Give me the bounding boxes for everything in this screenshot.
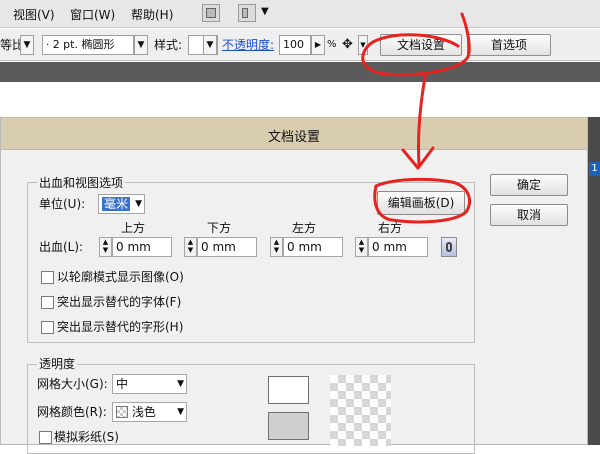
grid-color-swatch-light[interactable] <box>268 376 309 404</box>
highlight-glyphs-checkbox[interactable] <box>41 321 54 334</box>
bleed-right-stepper[interactable]: ▲ ▼ <box>355 237 368 257</box>
panel-edge: 1 <box>588 117 600 445</box>
transparency-group-title: 透明度 <box>37 355 78 372</box>
outline-mode-checkbox[interactable] <box>41 271 54 284</box>
menu-view[interactable]: 视图(V) <box>13 6 55 23</box>
panel-badge: 1 <box>589 162 600 176</box>
simulate-paper-checkbox[interactable] <box>39 431 52 444</box>
bleed-label: 出血(L): <box>39 240 84 254</box>
ok-button[interactable]: 确定 <box>490 174 568 196</box>
bleed-view-group-title: 出血和视图选项 <box>37 174 126 191</box>
grid-size-select[interactable]: 中 ▼ <box>112 374 187 394</box>
bleed-top-stepper[interactable]: ▲ ▼ <box>99 237 112 257</box>
dialog-title: 文档设置 <box>267 130 320 145</box>
stroke-profile-dropdown[interactable]: ▼ <box>134 35 148 55</box>
bleed-left-input[interactable]: 0 mm <box>283 237 343 257</box>
opacity-input[interactable]: 100 <box>279 35 311 55</box>
menu-help[interactable]: 帮助(H) <box>131 6 173 23</box>
bleed-left-stepper[interactable]: ▲ ▼ <box>270 237 283 257</box>
bleed-top-label: 上方 <box>121 221 146 235</box>
unit-select[interactable]: 毫米 ▼ <box>98 194 145 214</box>
cancel-button[interactable]: 取消 <box>490 204 568 226</box>
grid-color-select[interactable]: 浅色 ▼ <box>112 402 187 422</box>
highlight-fonts-label: 突出显示替代的字体(F) <box>57 295 182 309</box>
percent-sign: % <box>327 39 337 50</box>
grid-color-label: 网格颜色(R): <box>37 405 107 419</box>
bleed-bottom-label: 下方 <box>207 221 232 235</box>
bleed-bottom-input[interactable]: 0 mm <box>197 237 257 257</box>
link-chain-icon[interactable] <box>441 237 457 257</box>
partial-dropdown[interactable]: ▼ <box>20 35 34 55</box>
highlight-glyphs-label: 突出显示替代的字形(H) <box>57 320 184 334</box>
bridge-icon[interactable] <box>202 4 220 22</box>
arrange-documents-icon[interactable] <box>238 4 256 22</box>
stroke-profile-select[interactable]: · 2 pt. 椭圆形 <box>42 35 134 55</box>
dialog-titlebar[interactable]: 文档设置 <box>1 118 587 150</box>
unit-label: 单位(U): <box>39 197 86 211</box>
opacity-arrow[interactable]: ▶ <box>311 35 325 55</box>
chevron-down-icon: ▼ <box>135 199 142 209</box>
document-setup-dialog: 文档设置 出血和视图选项 单位(U): 毫米 ▼ 编辑画板(D) 上方 下方 左… <box>0 117 588 454</box>
preferences-button[interactable]: 首选项 <box>467 34 551 56</box>
arrange-dropdown-icon[interactable]: ▼ <box>261 6 269 17</box>
bleed-right-input[interactable]: 0 mm <box>368 237 428 257</box>
chevron-down-icon: ▼ <box>177 379 184 389</box>
bleed-bottom-stepper[interactable]: ▲ ▼ <box>184 237 197 257</box>
grid-color-swatch-dark[interactable] <box>268 412 309 440</box>
opacity-link[interactable]: 不透明度: <box>222 35 274 55</box>
recolor-dropdown[interactable]: ▼ <box>358 35 368 55</box>
chevron-down-icon: ▼ <box>177 407 184 417</box>
document-tab-strip <box>0 62 600 82</box>
checker-swatch-icon <box>116 406 128 418</box>
highlight-fonts-checkbox[interactable] <box>41 296 54 309</box>
document-setup-button[interactable]: 文档设置 <box>380 34 462 56</box>
style-label: 样式: <box>154 38 183 52</box>
graphic-style-dropdown[interactable]: ▼ <box>203 35 217 55</box>
menu-bar: 视图(V) 窗口(W) 帮助(H) ▼ <box>0 0 600 28</box>
menu-window[interactable]: 窗口(W) <box>70 6 115 23</box>
control-bar: 等比 ▼ · 2 pt. 椭圆形 ▼ 样式: ▼ 不透明度: 100 ▶ % ✥… <box>0 29 600 61</box>
outline-mode-label: 以轮廓模式显示图像(O) <box>57 270 184 284</box>
grid-size-label: 网格大小(G): <box>37 377 108 391</box>
transparency-preview <box>330 375 391 446</box>
recolor-icon[interactable]: ✥ <box>342 35 353 55</box>
bleed-top-input[interactable]: 0 mm <box>112 237 172 257</box>
edit-artboards-button[interactable]: 编辑画板(D) <box>377 191 465 215</box>
bleed-left-label: 左方 <box>292 221 317 235</box>
simulate-paper-label: 模拟彩纸(S) <box>54 430 119 444</box>
bleed-right-label: 右方 <box>378 221 403 235</box>
